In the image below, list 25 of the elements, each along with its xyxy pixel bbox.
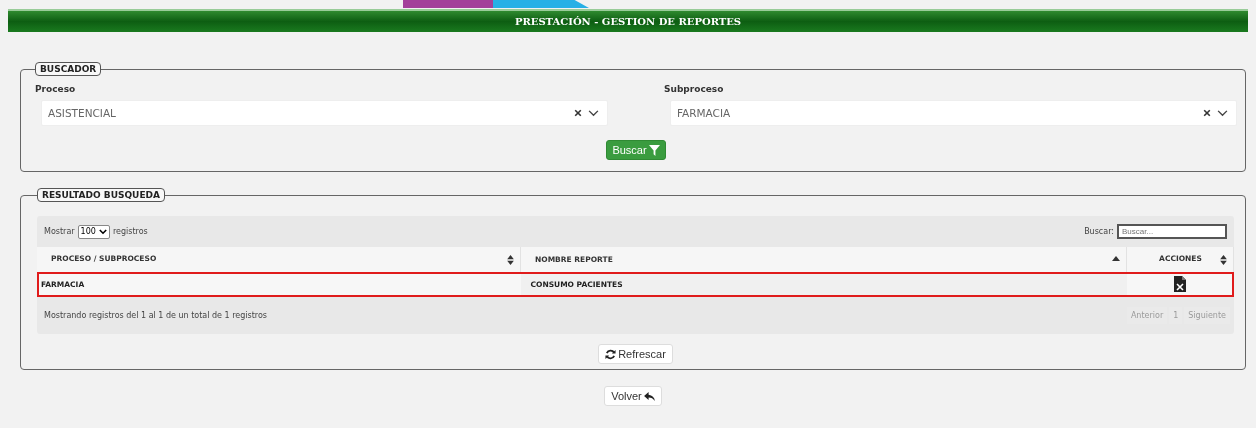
panel-legend: BUSCADOR [35, 62, 102, 76]
select-field[interactable]: FARMACIA [670, 100, 1237, 126]
length-label: Mostrar [44, 227, 75, 236]
length-label: registros [112, 227, 148, 236]
back-button[interactable]: Volver [604, 386, 662, 406]
chevron-down-icon [588, 109, 599, 117]
field-label: Proceso [35, 84, 77, 94]
clear-icon [1203, 109, 1211, 117]
page-title: PRESTACIÓN - GESTION DE REPORTES [514, 16, 742, 27]
page-length-select[interactable]: 100 [77, 224, 110, 239]
search-label: Buscar: [1084, 227, 1114, 236]
search-button[interactable]: Buscar [606, 140, 666, 160]
field-label: Subproceso [664, 84, 725, 94]
refresh-icon [605, 348, 617, 360]
filter-icon [648, 144, 660, 156]
refresh-button[interactable]: Refrescar [598, 344, 673, 364]
table-info: Mostrando registros del 1 al 1 de un total de 1 registros [44, 311, 267, 320]
spreadsheet-file-icon[interactable] [1174, 275, 1186, 292]
chevron-down-icon [1217, 109, 1228, 117]
search-field[interactable]: Buscar... [1117, 224, 1227, 239]
panel-legend: RESULTADO BUSQUEDA [37, 188, 165, 202]
chevron-down-icon [98, 228, 107, 235]
reply-arrow-icon [643, 391, 655, 401]
select-field[interactable]: ASISTENCIAL [41, 100, 608, 126]
clear-icon [574, 109, 582, 117]
